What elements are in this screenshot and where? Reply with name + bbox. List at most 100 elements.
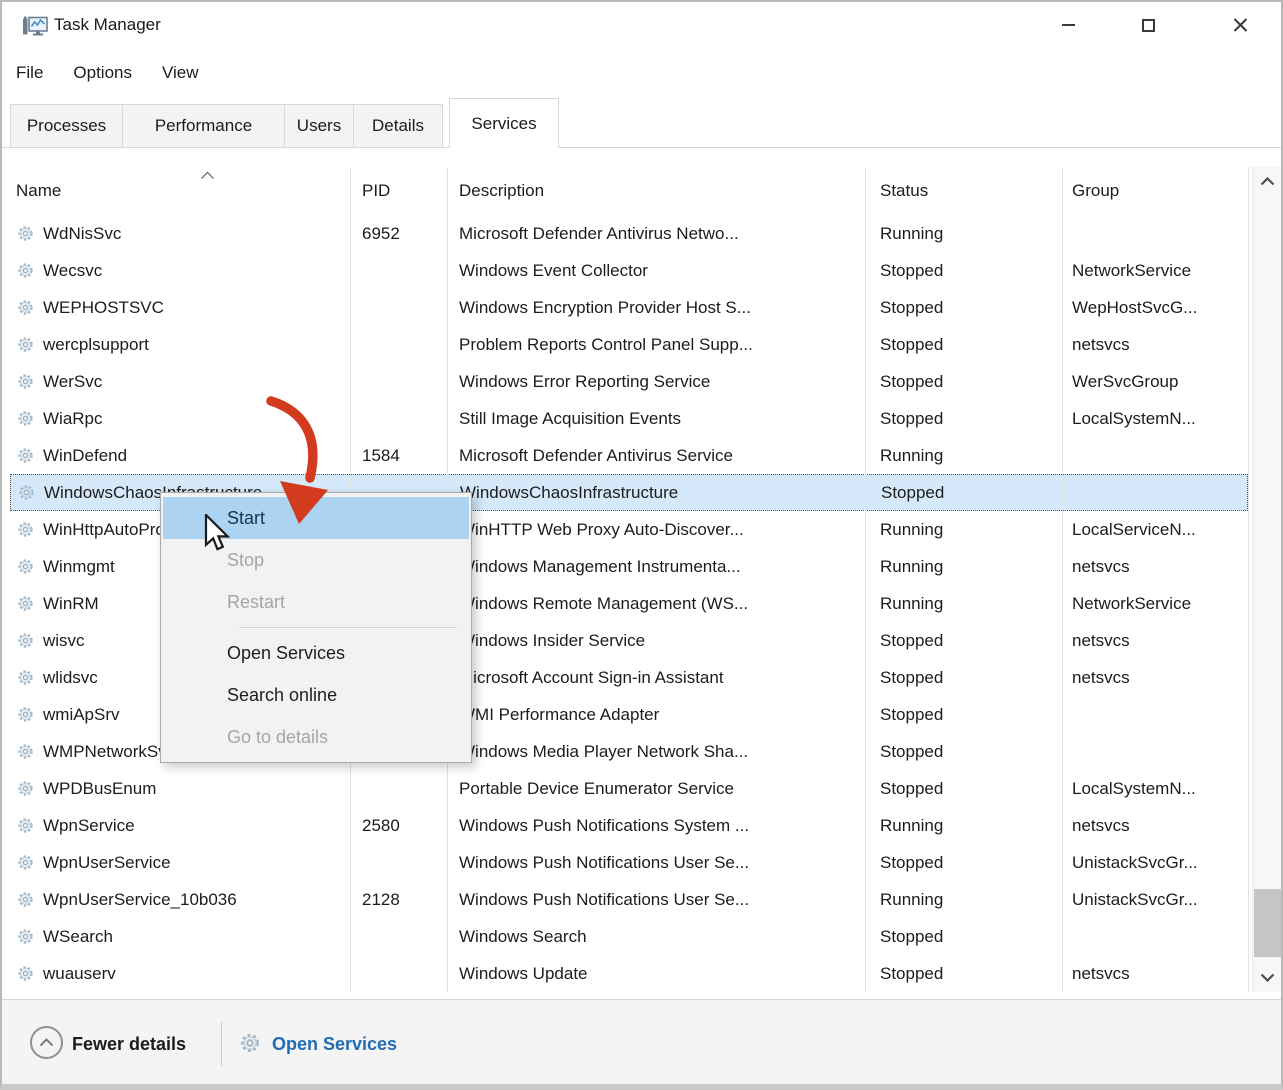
fewer-details-toggle[interactable] — [30, 1026, 63, 1059]
window-title: Task Manager — [54, 15, 161, 35]
maximize-button[interactable] — [1118, 2, 1178, 48]
description-cell: Windows Push Notifications User Se... — [447, 890, 865, 910]
description-cell: Microsoft Defender Antivirus Service — [447, 446, 865, 466]
group-cell: WerSvcGroup — [1062, 372, 1248, 392]
menu-file[interactable]: File — [16, 63, 43, 83]
gear-icon — [16, 631, 35, 650]
status-cell: Stopped — [865, 335, 1062, 355]
column-header-description[interactable]: Description — [447, 181, 865, 201]
description-cell: Microsoft Defender Antivirus Netwo... — [447, 224, 865, 244]
name-cell: WEPHOSTSVC — [10, 298, 350, 318]
name-cell: WpnService — [10, 816, 350, 836]
status-cell: Stopped — [865, 853, 1062, 873]
footer-bar: Fewer details Open Services — [2, 999, 1281, 1087]
name-cell: WSearch — [10, 927, 350, 947]
description-cell: Windows Encryption Provider Host S... — [447, 298, 865, 318]
menu-bar: File Options View — [16, 50, 199, 96]
minimize-icon — [1062, 24, 1075, 26]
minimize-button[interactable] — [1038, 2, 1098, 48]
context-menu-item-start[interactable]: Start — [163, 497, 469, 539]
column-header-status[interactable]: Status — [865, 181, 1062, 201]
pid-cell: 2128 — [350, 890, 447, 910]
description-cell: Windows Push Notifications System ... — [447, 816, 865, 836]
status-cell: Stopped — [865, 742, 1062, 762]
name-cell: WpnUserService — [10, 853, 350, 873]
column-header-name[interactable]: Name — [10, 181, 350, 201]
status-cell: Stopped — [865, 631, 1062, 651]
gear-icon — [238, 1031, 262, 1055]
group-cell: netsvcs — [1062, 631, 1248, 651]
status-cell: Running — [865, 816, 1062, 836]
column-divider — [1062, 167, 1063, 992]
group-cell: netsvcs — [1062, 668, 1248, 688]
group-cell: netsvcs — [1062, 557, 1248, 577]
name-cell: wercplsupport — [10, 335, 350, 355]
tab-users[interactable]: Users — [284, 104, 354, 147]
task-manager-window: Task Manager File Options View Processes… — [0, 0, 1283, 1090]
scrollbar-thumb[interactable] — [1254, 889, 1281, 957]
close-button[interactable] — [1210, 2, 1270, 48]
name-cell: WerSvc — [10, 372, 350, 392]
description-cell: Windows Remote Management (WS... — [447, 594, 865, 614]
context-menu-item-open-services[interactable]: Open Services — [161, 632, 471, 674]
status-cell: Running — [865, 520, 1062, 540]
gear-icon — [16, 964, 35, 983]
gear-icon — [16, 668, 35, 687]
gear-icon — [16, 261, 35, 280]
context-menu-item-search-online[interactable]: Search online — [161, 674, 471, 716]
context-menu: Start Stop Restart Open Services Search … — [160, 492, 472, 763]
gear-icon — [16, 446, 35, 465]
column-divider — [1248, 167, 1249, 992]
description-cell: Windows Insider Service — [447, 631, 865, 651]
footer-divider — [221, 1022, 222, 1066]
context-menu-item-restart: Restart — [161, 581, 471, 623]
status-cell: Stopped — [865, 779, 1062, 799]
tab-performance[interactable]: Performance — [122, 104, 285, 147]
group-cell: LocalSystemN... — [1062, 409, 1248, 429]
group-cell: WepHostSvcG... — [1062, 298, 1248, 318]
status-cell: Running — [865, 890, 1062, 910]
description-cell: Windows Update — [447, 964, 865, 984]
description-cell: Windows Media Player Network Sha... — [447, 742, 865, 762]
open-services-link[interactable]: Open Services — [272, 1034, 397, 1055]
gear-icon — [16, 853, 35, 872]
gear-icon — [16, 816, 35, 835]
scroll-up-icon[interactable] — [1260, 177, 1275, 186]
description-cell: Problem Reports Control Panel Supp... — [447, 335, 865, 355]
scroll-down-icon[interactable] — [1260, 973, 1275, 982]
gear-icon — [16, 409, 35, 428]
context-menu-item-go-to-details: Go to details — [161, 716, 471, 758]
tab-processes[interactable]: Processes — [10, 104, 123, 147]
description-cell: Microsoft Account Sign-in Assistant — [447, 668, 865, 688]
name-cell: Wecsvc — [10, 261, 350, 281]
gear-icon — [16, 705, 35, 724]
description-cell: WindowsChaosInfrastructure — [448, 483, 866, 503]
gear-icon — [16, 927, 35, 946]
status-cell: Stopped — [865, 668, 1062, 688]
name-cell: WdNisSvc — [10, 224, 350, 244]
gear-icon — [16, 520, 35, 539]
pid-cell: 2580 — [350, 816, 447, 836]
menu-view[interactable]: View — [162, 63, 199, 83]
description-cell: Still Image Acquisition Events — [447, 409, 865, 429]
vertical-scrollbar[interactable] — [1252, 167, 1282, 992]
gear-icon — [16, 372, 35, 391]
description-cell: Portable Device Enumerator Service — [447, 779, 865, 799]
group-cell: LocalServiceN... — [1062, 520, 1248, 540]
maximize-icon — [1142, 19, 1155, 32]
status-cell: Running — [865, 557, 1062, 577]
tab-services[interactable]: Services — [449, 98, 559, 148]
pid-cell: 1584 — [350, 446, 447, 466]
gear-icon — [17, 483, 36, 502]
description-cell: WMI Performance Adapter — [447, 705, 865, 725]
column-header-group[interactable]: Group — [1062, 181, 1248, 201]
status-cell: Stopped — [866, 483, 1063, 503]
name-cell: WpnUserService_10b036 — [10, 890, 350, 910]
fewer-details-label[interactable]: Fewer details — [72, 1034, 186, 1055]
description-cell: Windows Management Instrumenta... — [447, 557, 865, 577]
gear-icon — [16, 779, 35, 798]
close-icon — [1232, 17, 1249, 34]
tab-details[interactable]: Details — [353, 104, 443, 147]
column-header-pid[interactable]: PID — [350, 181, 447, 201]
menu-options[interactable]: Options — [73, 63, 132, 83]
